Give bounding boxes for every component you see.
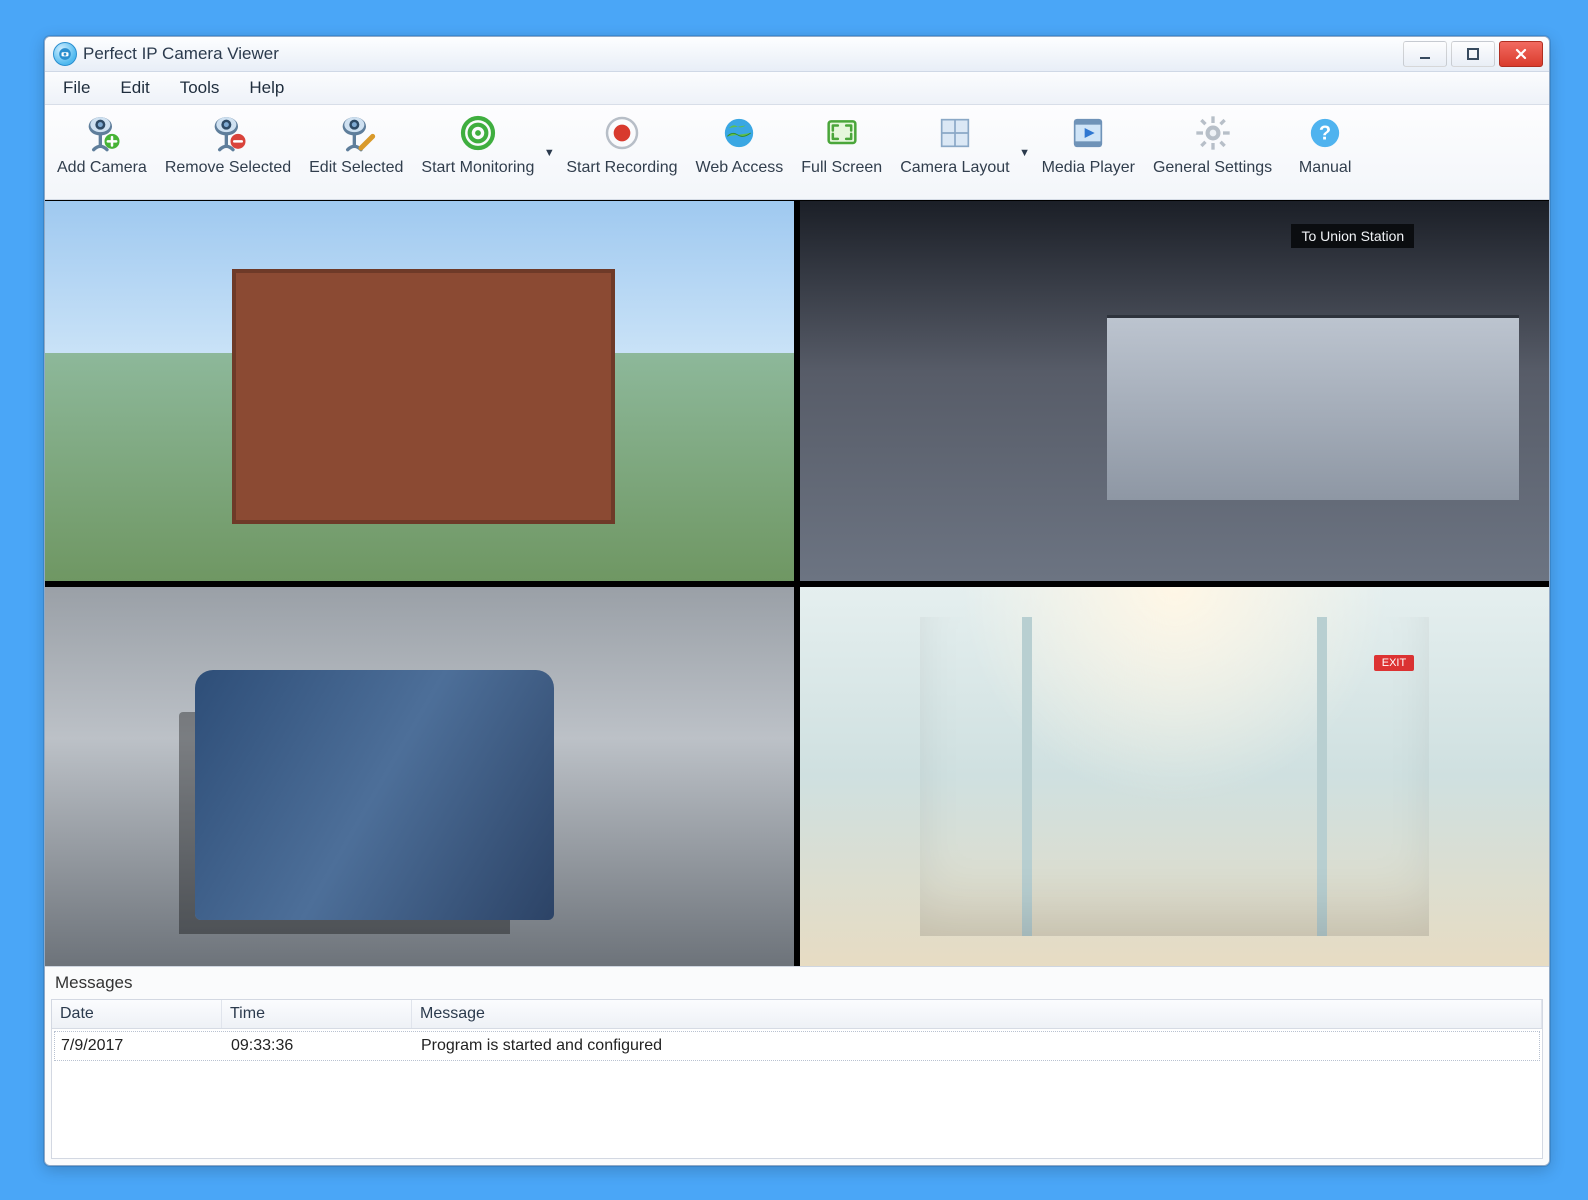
webcam-remove-icon <box>208 113 248 158</box>
app-icon <box>53 42 77 66</box>
help-icon: ? <box>1305 113 1345 158</box>
window-close-button[interactable] <box>1499 41 1543 67</box>
webcam-edit-icon <box>336 113 376 158</box>
cell-message: Program is started and configured <box>415 1032 1539 1060</box>
window-maximize-button[interactable] <box>1451 41 1495 67</box>
svg-text:?: ? <box>1319 122 1331 144</box>
toolbar-label: Full Screen <box>801 159 882 177</box>
start-monitoring-button[interactable]: Start Monitoring <box>413 111 542 195</box>
messages-pane: Messages Date Time Message 7/9/2017 09:3… <box>45 966 1549 1165</box>
globe-icon <box>719 113 759 158</box>
camera-layout-button[interactable]: Camera Layout <box>892 111 1017 195</box>
fullscreen-icon <box>822 113 862 158</box>
chevron-down-icon: ▼ <box>1019 147 1030 159</box>
col-time[interactable]: Time <box>222 1000 412 1028</box>
camera-feed-2[interactable] <box>800 201 1549 581</box>
window-title: Perfect IP Camera Viewer <box>83 44 279 64</box>
toolbar-label: Web Access <box>696 159 784 177</box>
toolbar-label: Edit Selected <box>309 159 403 177</box>
record-icon <box>602 113 642 158</box>
start-recording-button[interactable]: Start Recording <box>558 111 685 195</box>
start-monitoring-dropdown[interactable]: ▼ <box>542 111 556 195</box>
web-access-button[interactable]: Web Access <box>688 111 792 195</box>
webcam-add-icon <box>82 113 122 158</box>
cell-date: 7/9/2017 <box>55 1032 225 1060</box>
camera-feed-1[interactable] <box>45 201 794 581</box>
media-player-icon <box>1068 113 1108 158</box>
menu-edit[interactable]: Edit <box>110 75 159 101</box>
camera-layout-dropdown[interactable]: ▼ <box>1018 111 1032 195</box>
full-screen-button[interactable]: Full Screen <box>793 111 890 195</box>
toolbar-label: Start Monitoring <box>421 159 534 177</box>
camera-grid <box>45 200 1549 966</box>
media-player-button[interactable]: Media Player <box>1034 111 1143 195</box>
menu-tools[interactable]: Tools <box>170 75 230 101</box>
toolbar-label: Media Player <box>1042 159 1135 177</box>
toolbar-label: Add Camera <box>57 159 147 177</box>
col-message[interactable]: Message <box>412 1000 1542 1028</box>
titlebar: Perfect IP Camera Viewer <box>45 37 1549 72</box>
target-icon <box>458 113 498 158</box>
chevron-down-icon: ▼ <box>544 147 555 159</box>
camera-feed-4[interactable] <box>800 587 1549 967</box>
edit-selected-button[interactable]: Edit Selected <box>301 111 411 195</box>
messages-title: Messages <box>51 967 1543 999</box>
menu-help[interactable]: Help <box>239 75 294 101</box>
toolbar-label: Start Recording <box>566 159 677 177</box>
toolbar-label: General Settings <box>1153 159 1272 177</box>
toolbar-label: Manual <box>1299 159 1351 177</box>
toolbar-label: Remove Selected <box>165 159 291 177</box>
menu-file[interactable]: File <box>53 75 100 101</box>
col-date[interactable]: Date <box>52 1000 222 1028</box>
toolbar-label: Camera Layout <box>900 159 1009 177</box>
remove-selected-button[interactable]: Remove Selected <box>157 111 299 195</box>
add-camera-button[interactable]: Add Camera <box>49 111 155 195</box>
window-minimize-button[interactable] <box>1403 41 1447 67</box>
messages-table: Date Time Message 7/9/2017 09:33:36 Prog… <box>51 999 1543 1159</box>
messages-header-row: Date Time Message <box>52 1000 1542 1029</box>
cell-time: 09:33:36 <box>225 1032 415 1060</box>
camera-feed-3[interactable] <box>45 587 794 967</box>
messages-row[interactable]: 7/9/2017 09:33:36 Program is started and… <box>54 1031 1540 1061</box>
general-settings-button[interactable]: General Settings <box>1145 111 1280 195</box>
menubar: File Edit Tools Help <box>45 72 1549 105</box>
gear-icon <box>1193 113 1233 158</box>
toolbar: Add Camera Remove Selected <box>45 105 1549 200</box>
manual-button[interactable]: ? Manual <box>1282 111 1368 195</box>
grid-icon <box>935 113 975 158</box>
app-window: Perfect IP Camera Viewer File Edit Tools… <box>44 36 1550 1166</box>
